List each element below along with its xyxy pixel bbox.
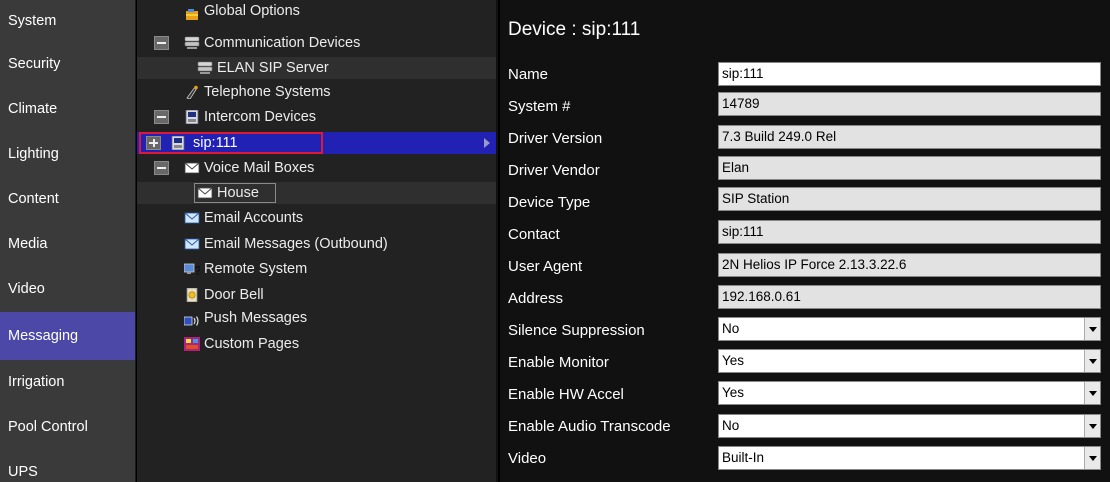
tree-item-label: Push Messages bbox=[204, 310, 308, 326]
tree-item-label: Remote System bbox=[204, 261, 308, 277]
system-number-label: System # bbox=[508, 98, 571, 115]
selected-value: No bbox=[722, 321, 740, 336]
enable-hw-accel-label: Enable HW Accel bbox=[508, 386, 624, 403]
server-icon bbox=[197, 61, 213, 74]
driver-version-label: Driver Version bbox=[508, 130, 603, 147]
nav-item-climate[interactable]: Climate bbox=[0, 87, 135, 132]
tree-item-email-accounts[interactable]: Email Accounts bbox=[137, 207, 496, 229]
enable-hw-accel-select[interactable]: Yes bbox=[718, 381, 1101, 405]
envelope-icon bbox=[197, 187, 213, 199]
enable-monitor-label: Enable Monitor bbox=[508, 354, 609, 371]
server-icon bbox=[184, 36, 200, 49]
main-nav: System Security Climate Lighting Content… bbox=[0, 0, 136, 482]
driver-vendor-field: Elan bbox=[718, 156, 1101, 180]
silence-suppression-select[interactable]: No bbox=[718, 317, 1101, 341]
user-agent-label: User Agent bbox=[508, 258, 583, 275]
chevron-down-icon[interactable] bbox=[1084, 382, 1100, 404]
tree-item-remote-system[interactable]: ? Remote System bbox=[137, 258, 496, 280]
tree-item-door-bell[interactable]: Door Bell bbox=[137, 284, 496, 306]
name-field[interactable]: sip:111 bbox=[718, 62, 1101, 86]
custom-pages-icon bbox=[184, 337, 200, 351]
tree-item-label: Email Accounts bbox=[204, 210, 304, 226]
tree-item-label: Custom Pages bbox=[204, 336, 300, 352]
device-type-field: SIP Station bbox=[718, 187, 1101, 211]
telephone-icon bbox=[186, 85, 198, 99]
device-details-panel: Device : sip:111 Name sip:111 System # 1… bbox=[500, 0, 1110, 482]
silence-suppression-label: Silence Suppression bbox=[508, 322, 645, 339]
global-options-icon bbox=[186, 9, 198, 20]
tree-item-global-options[interactable]: Global Options bbox=[137, 3, 496, 26]
enable-audio-transcode-select[interactable]: No bbox=[718, 414, 1101, 438]
name-label: Name bbox=[508, 66, 549, 83]
nav-item-messaging[interactable]: Messaging bbox=[0, 312, 135, 360]
selected-value: No bbox=[722, 418, 740, 433]
driver-version-field: 7.3 Build 249.0 Rel bbox=[718, 125, 1101, 149]
nav-item-lighting[interactable]: Lighting bbox=[0, 132, 135, 177]
nav-item-system[interactable]: System bbox=[0, 0, 135, 42]
contact-field: sip:111 bbox=[718, 220, 1101, 244]
video-label: Video bbox=[508, 450, 547, 467]
tree-item-intercom-devices[interactable]: Intercom Devices bbox=[137, 106, 496, 128]
user-agent-field: 2N Helios IP Force 2.13.3.22.6 bbox=[718, 253, 1101, 277]
tree-item-label: Intercom Devices bbox=[204, 109, 317, 125]
nav-item-media[interactable]: Media bbox=[0, 222, 135, 267]
tree-item-house[interactable]: House bbox=[137, 182, 496, 204]
nav-item-ups[interactable]: UPS bbox=[0, 450, 135, 482]
remote-system-icon: ? bbox=[184, 263, 200, 276]
chevron-down-icon[interactable] bbox=[1084, 318, 1100, 340]
push-message-icon bbox=[184, 316, 199, 326]
envelope-icon bbox=[184, 212, 200, 224]
video-select[interactable]: Built-In bbox=[718, 446, 1101, 470]
selected-value: Built-In bbox=[722, 450, 765, 465]
enable-audio-transcode-label: Enable Audio Transcode bbox=[508, 418, 671, 435]
tree-item-label: Global Options bbox=[204, 3, 300, 19]
address-label: Address bbox=[508, 290, 564, 307]
device-type-label: Device Type bbox=[508, 194, 591, 211]
tree-item-label: Door Bell bbox=[204, 287, 264, 303]
tree-item-label: House bbox=[217, 185, 259, 201]
address-field: 192.168.0.61 bbox=[718, 285, 1101, 309]
tree-item-push-messages[interactable]: Push Messages bbox=[137, 310, 496, 332]
submenu-arrow-icon[interactable] bbox=[484, 138, 490, 148]
device-tree: Global Options Communication Devices ELA… bbox=[137, 0, 498, 482]
enable-monitor-select[interactable]: Yes bbox=[718, 349, 1101, 373]
tree-item-label: Communication Devices bbox=[204, 35, 361, 51]
collapse-toggle-icon[interactable] bbox=[154, 36, 169, 50]
nav-item-content[interactable]: Content bbox=[0, 177, 135, 222]
chevron-down-icon[interactable] bbox=[1084, 415, 1100, 437]
collapse-toggle-icon[interactable] bbox=[154, 110, 169, 124]
envelope-icon bbox=[184, 162, 200, 174]
doorbell-icon bbox=[186, 288, 198, 302]
nav-item-video[interactable]: Video bbox=[0, 267, 135, 312]
nav-item-security[interactable]: Security bbox=[0, 42, 135, 87]
envelope-icon bbox=[184, 238, 200, 250]
selection-outline bbox=[139, 132, 323, 154]
nav-item-pool-control[interactable]: Pool Control bbox=[0, 405, 135, 450]
tree-item-label: Email Messages (Outbound) bbox=[204, 236, 388, 252]
nav-item-irrigation[interactable]: Irrigation bbox=[0, 360, 135, 405]
tree-item-sip-111[interactable]: sip:111 bbox=[137, 132, 496, 154]
tree-item-email-messages[interactable]: Email Messages (Outbound) bbox=[137, 233, 496, 255]
selected-value: Yes bbox=[722, 353, 745, 368]
tree-item-communication-devices[interactable]: Communication Devices bbox=[137, 32, 496, 54]
tree-item-elan-sip-server[interactable]: ELAN SIP Server bbox=[137, 57, 496, 79]
contact-label: Contact bbox=[508, 226, 560, 243]
collapse-toggle-icon[interactable] bbox=[154, 161, 169, 175]
system-number-field: 14789 bbox=[718, 92, 1101, 116]
tree-item-label: Telephone Systems bbox=[204, 84, 331, 100]
tree-item-label: Voice Mail Boxes bbox=[204, 160, 315, 176]
chevron-down-icon[interactable] bbox=[1084, 350, 1100, 372]
tree-item-telephone-systems[interactable]: Telephone Systems bbox=[137, 81, 496, 103]
svg-text:?: ? bbox=[194, 263, 200, 276]
device-title: Device : sip:111 bbox=[508, 19, 641, 40]
driver-vendor-label: Driver Vendor bbox=[508, 162, 600, 179]
intercom-icon bbox=[185, 110, 199, 124]
tree-item-custom-pages[interactable]: Custom Pages bbox=[137, 333, 496, 355]
tree-item-label: ELAN SIP Server bbox=[217, 60, 329, 76]
selected-value: Yes bbox=[722, 385, 745, 400]
tree-item-voice-mail-boxes[interactable]: Voice Mail Boxes bbox=[137, 157, 496, 179]
chevron-down-icon[interactable] bbox=[1084, 447, 1100, 469]
